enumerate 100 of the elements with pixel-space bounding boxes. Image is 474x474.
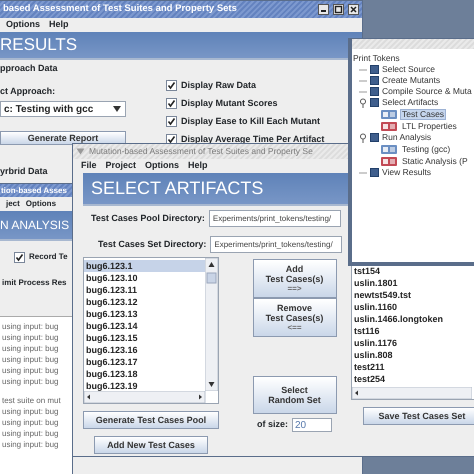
tree-toggle-icon[interactable] [359,132,367,142]
list-item[interactable]: bug6.123.15 [84,332,205,344]
list-item[interactable]: bug6.123.14 [84,320,205,332]
menu-item[interactable]: Project [106,159,136,173]
generate-report-button[interactable]: Generate Report [0,131,126,145]
list-item[interactable]: uslin.1160 [352,301,474,313]
tree-toggle-icon[interactable] [359,98,367,108]
tree-item[interactable]: Run Analysis [382,131,432,144]
tree-item[interactable]: LTL Properties [400,121,459,132]
group-label: yrbrid Data [0,165,48,178]
list-item[interactable]: tst116 [352,325,474,337]
list-item[interactable]: bug6.123.16 [84,344,205,356]
checkbox[interactable] [14,252,25,262]
log-line: using input: bug [2,354,60,365]
add-test-cases-button[interactable]: Add Test Cases(s) ==> [252,259,336,298]
caret-icon [112,105,122,113]
checkbox-label: Display Average Time Per Artifact [181,132,324,146]
list-item[interactable]: tst154 [352,265,474,277]
log-line: using input: bug [2,428,60,439]
tree-item[interactable]: View Results [382,166,431,179]
square-node-icon [370,133,379,142]
vertical-scrollbar[interactable] [205,258,218,391]
approach-dropdown[interactable]: c: Testing with gcc [0,101,126,117]
tree-root[interactable]: Print Tokens [353,53,474,64]
checkbox[interactable] [166,80,177,91]
list-item[interactable]: uslin.1801 [352,277,474,289]
tree-item[interactable]: Compile Source & Muta [382,85,472,98]
log-line: using input: bug [2,406,60,417]
close-icon[interactable] [348,4,359,15]
field-label: of size: [256,418,288,432]
log-line: using input: bug [2,321,60,332]
menu-item[interactable]: Help [49,18,69,32]
tree-item[interactable]: Select Source [382,63,435,76]
test-artifact-icon [381,110,397,119]
list-item[interactable]: bug6.123.10 [84,272,205,284]
field-label: Test Cases Set Directory: [98,238,206,251]
log-line: using input: bug [2,343,60,354]
checkbox-label: Record Te [29,251,68,263]
square-node-icon [370,65,379,74]
menu-item[interactable]: Options [145,159,180,173]
checkbox[interactable] [166,98,177,109]
size-input[interactable]: 20 [292,418,332,432]
list-item[interactable]: uslin.808 [352,349,474,361]
save-test-cases-button[interactable]: Save Test Cases Set [363,407,474,425]
square-node-icon [370,98,379,107]
log-line: using input: bug [2,376,60,387]
horizontal-scrollbar[interactable] [352,387,472,399]
square-node-icon [370,168,379,177]
tree-item[interactable]: Test Cases [400,109,446,120]
maximize-icon[interactable] [333,4,344,15]
log-line: using input: bug [2,439,60,450]
tree-item[interactable]: Static Analysis (P [400,156,470,167]
group-label: pproach Data [0,62,59,75]
menu-item[interactable]: Options [26,198,56,210]
log-line: test suite on mut [2,395,62,406]
checkbox-label: Display Mutant Scores [181,96,278,110]
banner-title: N ANALYSIS [0,211,72,241]
minimize-icon[interactable] [318,4,329,15]
window-title: based Assessment of Test Suites and Property Sets [3,2,238,16]
menu-item[interactable]: Help [188,159,208,173]
checkbox[interactable] [166,116,177,127]
list-item[interactable]: bug6.123.19 [84,380,205,391]
tree-item[interactable]: Testing (gcc) [400,144,452,155]
list-item[interactable]: bug6.123.11 [84,284,205,296]
square-node-icon [370,76,379,85]
list-item[interactable]: bug6.123.13 [84,308,205,320]
log-line: using input: bug [2,417,60,428]
list-item[interactable]: bug6.123.17 [84,356,205,368]
directory-field[interactable]: Experiments/print_tokens/testing/ [208,210,341,227]
list-item[interactable]: test254 [352,373,474,385]
select-random-set-button[interactable]: Select Random Set [252,376,336,414]
list-item[interactable]: test211 [352,361,474,373]
field-label: ct Approach: [0,84,56,98]
generate-pool-button[interactable]: Generate Test Cases Pool [83,411,219,429]
remove-test-cases-button[interactable]: Remove Test Cases(s) <== [252,298,336,337]
list-item[interactable]: bug6.123.12 [84,296,205,308]
property-artifact-icon [381,122,397,131]
directory-field[interactable]: Experiments/print_tokens/testing/ [210,236,342,253]
checkbox-label: Display Raw Data [181,78,256,92]
menu-item[interactable]: ject [6,198,20,210]
field-label: Test Cases Pool Directory: [91,212,205,225]
list-item[interactable]: uslin.1176 [352,337,474,349]
list-item[interactable]: uslin.1466.longtoken [352,313,474,325]
window-title: Mutation-based Assessment of Test Suites and Property Se [89,145,313,158]
menu-item[interactable]: Options [6,18,40,32]
menu-item[interactable]: File [81,159,97,173]
tree-item[interactable]: Select Artifacts [382,96,438,109]
property-artifact-icon [381,157,397,166]
window-title: tion-based Asses [1,184,67,196]
field-label: imit Process Res [2,277,68,289]
checkbox[interactable] [166,134,177,145]
log-line: using input: bug [2,332,60,343]
list-item[interactable]: bug6.123.18 [84,368,205,380]
checkbox-label: Display Ease to Kill Each Mutant [181,114,320,128]
log-line: using input: bug [2,365,60,376]
square-node-icon [370,87,379,96]
list-item[interactable]: bug6.123.1 [84,260,205,272]
list-item[interactable]: newtst549.tst [352,289,474,301]
tree-item[interactable]: Create Mutants [382,74,440,87]
add-new-button[interactable]: Add New Test Cases [94,436,208,454]
